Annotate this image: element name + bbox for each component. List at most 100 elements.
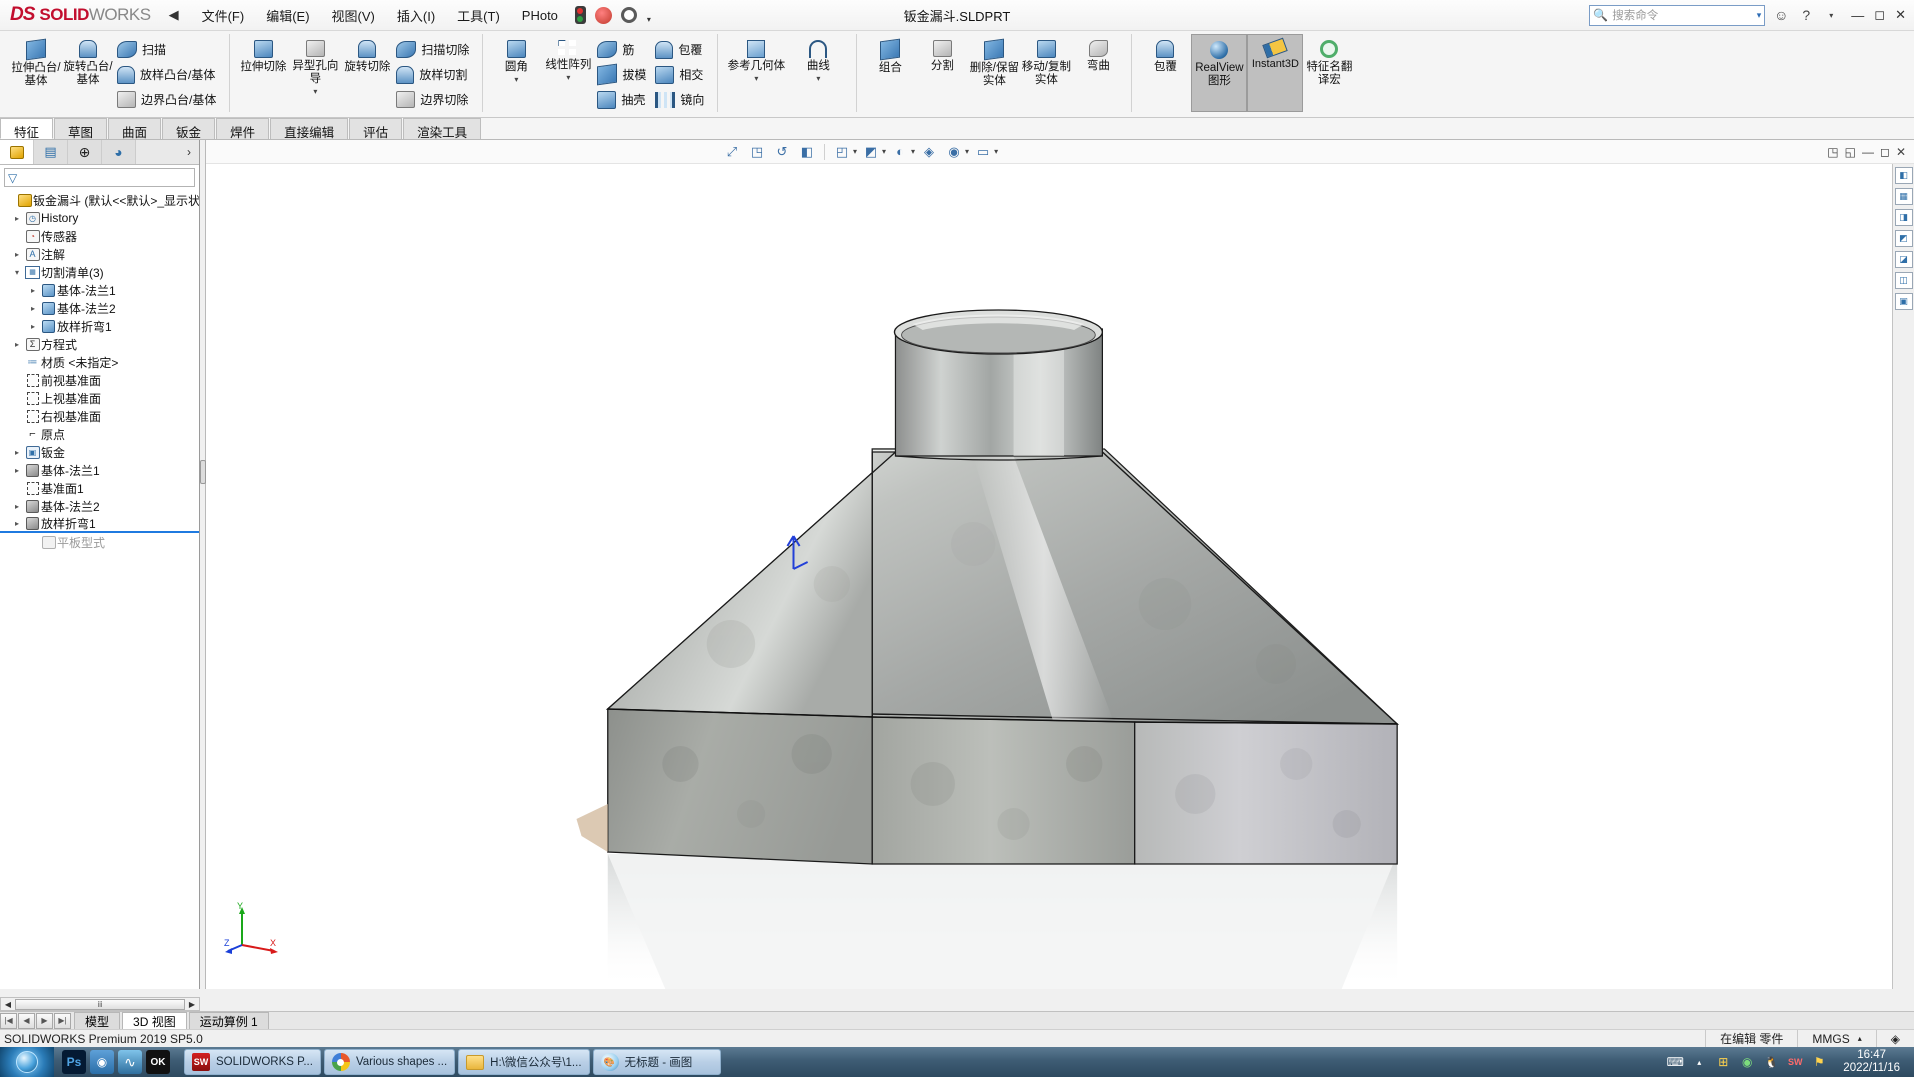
taskbar-item-solidworks[interactable]: SW SOLIDWORKS P... [184, 1049, 321, 1075]
search-command-box[interactable]: 🔍 搜索命令 ▾ [1589, 4, 1766, 26]
scroll-left-arrow-icon[interactable]: ◀ [1, 1000, 15, 1009]
tree-expander[interactable]: ▸ [26, 304, 40, 313]
sweep-button[interactable]: 扫描 [114, 37, 222, 62]
search-input[interactable]: 搜索命令 [1612, 7, 1658, 23]
doc-tab-model[interactable]: 模型 [74, 1011, 121, 1030]
tree-item-base-flange-2[interactable]: ▸ 基体-法兰2 [0, 497, 199, 515]
doc-maximize-button[interactable]: ◻ [1880, 145, 1890, 159]
wechat-icon[interactable]: ◉ [1739, 1054, 1755, 1070]
scroll-thumb[interactable]: ⅲ [15, 998, 185, 1010]
feature-manager-tab[interactable] [0, 140, 34, 164]
doc-restore-icon[interactable]: ◳ [1827, 145, 1838, 159]
tree-item-sensors[interactable]: ◔ 传感器 [0, 227, 199, 245]
doc-tab-motion-study[interactable]: 运动算例 1 [188, 1011, 269, 1030]
apply-scene-dropdown-icon[interactable]: ▾ [965, 147, 969, 156]
hide-show-dropdown-icon[interactable]: ▾ [911, 147, 915, 156]
shell-button[interactable]: 抽壳 [594, 87, 652, 112]
doc-tile-icon[interactable]: ◱ [1845, 145, 1856, 159]
menu-edit[interactable]: 编辑(E) [255, 1, 320, 30]
zoom-to-fit-icon[interactable]: ⤢ [721, 142, 743, 162]
taskbar-item-browser[interactable]: Various shapes ... [323, 1049, 456, 1075]
display-pane-icon-4[interactable]: ◩ [1894, 230, 1913, 247]
status-overlay-icon[interactable]: ◈ [1875, 1029, 1914, 1048]
tree-item-origin[interactable]: ⌐ 原点 [0, 425, 199, 443]
tab-nav-last[interactable]: ▶| [54, 1012, 71, 1029]
graphics-viewport[interactable]: Y X Z [206, 164, 1914, 989]
menu-file[interactable]: 文件(F) [191, 1, 256, 30]
curves-button[interactable]: 曲线 ▾ [787, 34, 849, 83]
rib-button[interactable]: 筋 [594, 37, 652, 62]
help-dropdown-icon[interactable]: ▾ [1822, 11, 1840, 20]
options-gear-icon[interactable] [620, 6, 638, 24]
tab-nav-prev[interactable]: ◀ [18, 1012, 35, 1029]
zoom-to-area-icon[interactable]: ◳ [746, 142, 768, 162]
rebuild-icon[interactable] [594, 6, 612, 24]
boundary-boss-button[interactable]: 边界凸台/基体 [114, 87, 222, 112]
taskbar-item-explorer[interactable]: H:\微信公众号\1... [458, 1049, 590, 1075]
wrap2-button[interactable]: 包覆 [1139, 34, 1191, 74]
lofted-cut-button[interactable]: 放样切割 [393, 62, 475, 87]
feature-tree-filter[interactable]: ▽ [4, 168, 195, 187]
previous-view-icon[interactable]: ↺ [771, 142, 793, 162]
tree-item-base-flange-1[interactable]: ▸ 基体-法兰1 [0, 461, 199, 479]
edit-appearance-icon[interactable]: ◈ [918, 142, 940, 162]
extrude-boss-button[interactable]: 拉伸凸台/基体 [10, 34, 62, 88]
qq-icon[interactable]: 🐧 [1763, 1054, 1779, 1070]
minimize-button[interactable]: — [1851, 8, 1864, 23]
swept-cut-button[interactable]: 扫描切除 [393, 37, 475, 62]
tree-item-lofted-bend-1a[interactable]: ▸ 放样折弯1 [0, 317, 199, 335]
close-button[interactable]: ✕ [1895, 7, 1906, 23]
windows-icon[interactable]: ⊞ [1715, 1054, 1731, 1070]
tree-item-base-flange-2a[interactable]: ▸ 基体-法兰2 [0, 299, 199, 317]
user-account-icon[interactable]: ☺ [1772, 7, 1790, 23]
tree-horizontal-scrollbar[interactable]: ◀ ⅲ ▶ [0, 997, 200, 1011]
manager-tabs-expand-icon[interactable]: › [179, 140, 199, 164]
tab-render-tools[interactable]: 渲染工具 [403, 118, 482, 140]
tab-sheetmetal[interactable]: 钣金 [162, 118, 216, 140]
tab-features[interactable]: 特征 [0, 118, 54, 140]
mirror-button[interactable]: 镜向 [652, 87, 710, 112]
tab-surfaces[interactable]: 曲面 [108, 118, 162, 140]
tree-expander[interactable]: ▸ [26, 322, 40, 331]
sw-alert-icon[interactable]: SW [1787, 1054, 1803, 1070]
menu-photoview[interactable]: PHoto [511, 3, 569, 28]
reference-geometry-button[interactable]: 参考几何体 ▾ [725, 34, 787, 83]
fillet-dropdown-icon[interactable]: ▾ [514, 75, 518, 84]
section-view-icon[interactable]: ◧ [796, 142, 818, 162]
camera-icon[interactable]: ◉ [90, 1050, 114, 1074]
property-manager-tab[interactable]: ▤ [34, 140, 68, 164]
action-center-icon[interactable]: ⚑ [1811, 1054, 1827, 1070]
tree-item-equations[interactable]: ▸ Σ 方程式 [0, 335, 199, 353]
delete-keep-body-button[interactable]: 删除/保留实体 [968, 34, 1020, 88]
display-pane-icon-2[interactable]: ▦ [1894, 188, 1913, 205]
tree-item-material[interactable]: ≔ 材质 <未指定> [0, 353, 199, 371]
loop-icon[interactable]: ∿ [118, 1050, 142, 1074]
ps-icon[interactable]: Ps [62, 1050, 86, 1074]
search-dropdown-icon[interactable]: ▾ [1757, 10, 1762, 21]
tab-evaluate[interactable]: 评估 [349, 118, 403, 140]
apply-scene-icon[interactable]: ◉ [943, 142, 965, 162]
quick-access-dropdown-icon[interactable]: ▾ [647, 7, 664, 24]
move-copy-body-button[interactable]: 移动/复制实体 [1020, 34, 1072, 87]
tree-item-right-plane[interactable]: 右视基准面 [0, 407, 199, 425]
maximize-button[interactable]: ◻ [1874, 7, 1885, 23]
display-manager-tab[interactable]: ◕ [102, 140, 136, 164]
realview-graphics-button[interactable]: RealView 图形 [1191, 34, 1248, 112]
tree-expander[interactable]: ▸ [10, 250, 24, 259]
taskbar-clock[interactable]: 16:47 2022/11/16 [1835, 1049, 1908, 1075]
tree-item-flat-pattern[interactable]: 平板型式 [0, 533, 199, 551]
tree-expander[interactable]: ▸ [26, 286, 40, 295]
tab-nav-next[interactable]: ▶ [36, 1012, 53, 1029]
display-pane-icon-3[interactable]: ◨ [1894, 209, 1913, 226]
okc-icon[interactable]: OK [146, 1050, 170, 1074]
status-units-caret-icon[interactable]: ▴ [1858, 1034, 1862, 1043]
hole-wizard-button[interactable]: 异型孔向导 ▾ [289, 34, 341, 96]
keyboard-icon[interactable]: ⌨ [1667, 1054, 1684, 1070]
tree-root-part[interactable]: 钣金漏斗 (默认<<默认>_显示状态 1>) [0, 191, 199, 209]
revolve-cut-button[interactable]: 旋转切除 [341, 34, 393, 74]
linear-pattern-dropdown-icon[interactable]: ▾ [566, 73, 570, 82]
menu-view[interactable]: 视图(V) [321, 1, 386, 30]
tree-expander[interactable]: ▸ [10, 214, 24, 223]
menu-insert[interactable]: 插入(I) [386, 1, 446, 30]
feature-translate-macro-button[interactable]: 特征名翻译宏 [1303, 34, 1355, 87]
